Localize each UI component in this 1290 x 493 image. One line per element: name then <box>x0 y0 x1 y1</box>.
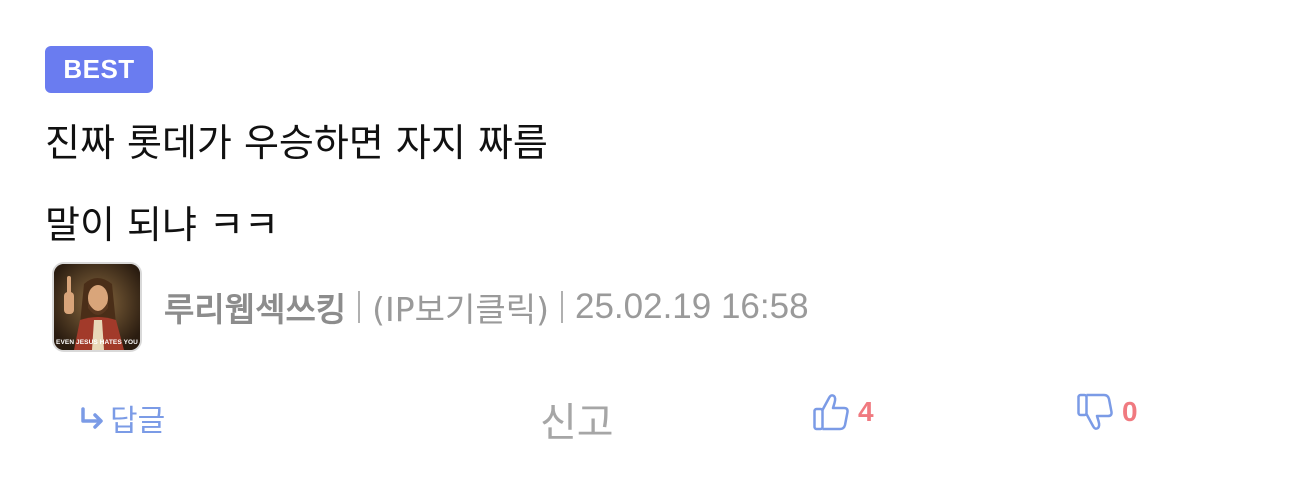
like-count: 4 <box>858 396 874 427</box>
reply-arrow-icon <box>81 407 103 429</box>
like-button[interactable]: 4 <box>812 392 874 432</box>
comment-meta: EVEN JESUS HATES YOU 루리웹섹쓰킹 (IP보기클릭) 25.… <box>52 260 809 354</box>
thumbs-up-icon <box>813 394 849 431</box>
dislike-count: 0 <box>1122 396 1138 427</box>
reply-button[interactable]: 답글 <box>80 396 165 440</box>
separator <box>561 291 563 323</box>
separator <box>358 291 361 323</box>
ip-view-link[interactable]: (IP보기클릭) <box>372 283 549 331</box>
dislike-button[interactable]: 0 <box>1076 392 1138 432</box>
comment-actions: 답글 신고 4 0 <box>0 388 1290 446</box>
thumbs-down-icon <box>1077 393 1113 430</box>
comment-body: 진짜 롯데가 우승하면 자지 짜름 말이 되냐 ㅋㅋ <box>45 102 1225 266</box>
report-button[interactable]: 신고 <box>540 390 614 448</box>
best-comment: BEST 진짜 롯데가 우승하면 자지 짜름 말이 되냐 ㅋㅋ EVEN JES… <box>0 0 1290 493</box>
avatar-image <box>54 264 140 350</box>
comment-line-2: 말이 되냐 ㅋㅋ <box>45 203 279 247</box>
comment-date: 25.02.19 16:58 <box>575 287 809 326</box>
comment-line-1: 진짜 롯데가 우승하면 자지 짜름 <box>45 121 548 165</box>
reply-label: 답글 <box>110 404 166 439</box>
avatar[interactable]: EVEN JESUS HATES YOU <box>52 262 142 352</box>
author-line: 루리웹섹쓰킹 (IP보기클릭) 25.02.19 16:58 <box>164 283 809 331</box>
author-nickname[interactable]: 루리웹섹쓰킹 <box>164 283 346 331</box>
avatar-caption: EVEN JESUS HATES YOU <box>56 339 138 346</box>
best-badge: BEST <box>45 46 153 93</box>
